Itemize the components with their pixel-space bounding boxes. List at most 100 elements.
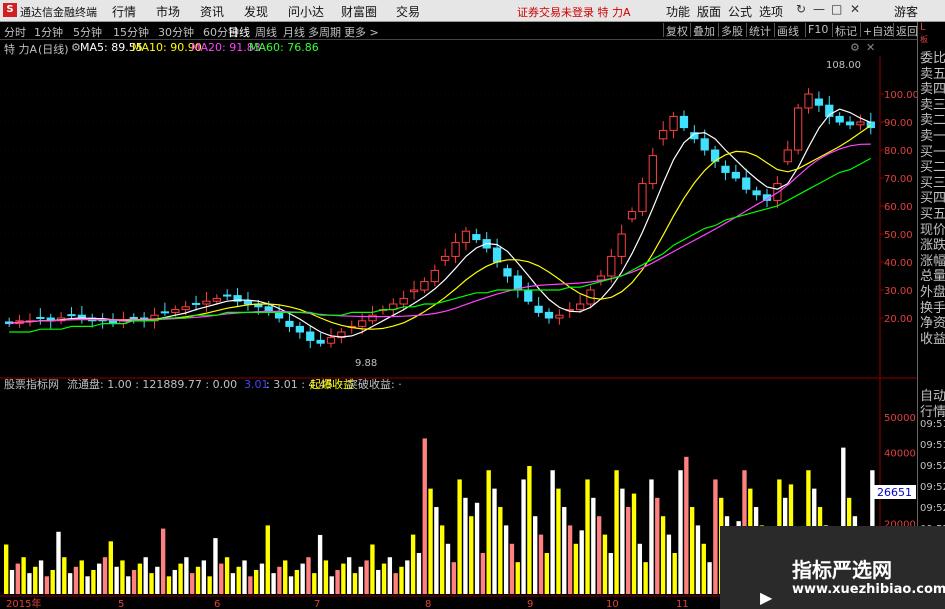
period-more[interactable]: 更多 > <box>344 24 379 40</box>
volume-bar <box>4 544 9 594</box>
minimize-icon[interactable]: — <box>813 2 825 16</box>
candle-body <box>700 138 709 151</box>
volume-bar <box>381 563 387 594</box>
breakthrough-label: · 突破收益: · <box>340 377 402 391</box>
candle-body <box>783 149 792 163</box>
volume-bar <box>480 552 486 594</box>
price-tick-label: 100.00 <box>884 90 917 101</box>
period-weekly[interactable]: 周线 <box>255 24 277 40</box>
menu-item-wealth-circle[interactable]: 财富圈 <box>341 3 377 20</box>
menu-item-xiaoda[interactable]: 问小达 <box>288 3 324 20</box>
volume-tick-label: 40000 <box>884 449 916 460</box>
candlesticks <box>5 88 875 349</box>
volume-bar <box>498 507 503 594</box>
candle-body <box>451 241 460 257</box>
volume-bar <box>219 563 224 594</box>
volume-bar <box>253 569 259 594</box>
candle-body <box>171 309 180 313</box>
volume-bar <box>655 497 660 594</box>
menu-item-discover[interactable]: 发现 <box>244 3 268 20</box>
f10-button[interactable]: F10 <box>805 23 830 37</box>
candle-body <box>856 121 865 126</box>
volume-bar <box>405 560 410 594</box>
ma60-value: MA60: 76.86 <box>249 41 319 54</box>
volume-bar <box>27 573 32 594</box>
volume-bar <box>672 552 677 594</box>
volume-bar <box>451 562 456 594</box>
volume-bar <box>271 573 276 594</box>
volume-bar <box>387 557 393 594</box>
volume-bar <box>440 525 445 594</box>
volume-bar <box>137 563 143 594</box>
overlay-button[interactable]: 叠加 <box>690 23 717 38</box>
volume-bar <box>713 479 718 594</box>
volume-bar <box>643 562 648 594</box>
chart-settings-icon[interactable]: ⚙ <box>850 41 860 54</box>
refresh-icon[interactable]: ↻ <box>796 2 806 16</box>
draw-line-button[interactable]: 画线 <box>774 23 801 38</box>
indicator-name: 股票指标网 <box>4 377 59 391</box>
period-multi[interactable]: 多周期 <box>308 24 341 40</box>
indicator-flow: 流通盘: 1.00 : 121889.77 : 0.00 <box>67 377 237 391</box>
volume-bar <box>469 516 474 594</box>
period-1min[interactable]: 1分钟 <box>34 24 63 40</box>
mark-button[interactable]: 标记 <box>832 23 859 38</box>
volume-bar <box>463 497 468 594</box>
close-icon[interactable]: ✕ <box>850 2 860 16</box>
volume-bar <box>509 543 515 594</box>
volume-bar <box>62 557 67 594</box>
auto-quote-label[interactable]: 行情 <box>920 401 945 420</box>
candle-body <box>274 311 284 319</box>
volume-bar <box>230 573 236 594</box>
volume-bar <box>422 438 427 594</box>
candle-body <box>243 300 253 305</box>
watermark-overlay: ▶ 指标严选网 www.xuezhibiao.com <box>720 526 945 609</box>
multi-stock-button[interactable]: 多股 <box>718 23 745 38</box>
back-button[interactable]: 返回 <box>893 23 920 38</box>
volume-axis: 50000400003000020000 <box>884 413 916 530</box>
menu-item-layout[interactable]: 版面 <box>697 3 721 20</box>
volume-bar <box>335 569 340 594</box>
period-daily[interactable]: 日线 <box>228 24 250 40</box>
menu-item-options[interactable]: 选项 <box>759 3 783 20</box>
add-watchlist-button[interactable]: +自选 <box>860 23 896 38</box>
menu-item-market[interactable]: 市场 <box>156 3 180 20</box>
menu-item-trade[interactable]: 交易 <box>396 3 420 20</box>
volume-bar <box>50 569 55 594</box>
volume-bar <box>649 479 654 594</box>
volume-bar <box>399 566 404 594</box>
adjust-button[interactable]: 复权 <box>663 23 690 38</box>
candle-body <box>295 325 304 333</box>
candle-body <box>731 171 740 179</box>
tick-time: 09:52 <box>920 503 945 514</box>
volume-bar <box>126 576 131 594</box>
login-notice: 证券交易未登录 特 力A <box>517 6 631 19</box>
volume-bar <box>492 488 497 594</box>
volume-bar <box>33 566 38 594</box>
period-30min[interactable]: 30分钟 <box>158 24 194 40</box>
volume-bar <box>660 516 666 594</box>
guest-label[interactable]: 游客 <box>894 3 918 20</box>
candle-body <box>721 165 730 173</box>
price-tick-label: 30.00 <box>884 286 913 297</box>
period-5min[interactable]: 5分钟 <box>73 24 102 40</box>
period-monthly[interactable]: 月线 <box>283 24 305 40</box>
menu-item-function[interactable]: 功能 <box>666 3 690 20</box>
candle-body <box>430 269 439 283</box>
volume-bar <box>678 470 683 594</box>
period-intraday[interactable]: 分时 <box>4 24 26 40</box>
volume-bar <box>149 573 154 594</box>
chart-close-icon[interactable]: ✕ <box>866 41 875 54</box>
maximize-icon[interactable]: □ <box>831 2 842 16</box>
price-tick-label: 80.00 <box>884 146 913 157</box>
time-axis-label: 11 <box>676 599 689 609</box>
candle-body <box>492 247 502 263</box>
statistics-button[interactable]: 统计 <box>746 23 773 38</box>
candle-body <box>409 289 419 293</box>
volume-bar <box>44 576 50 594</box>
volume-bar <box>707 562 712 594</box>
period-15min[interactable]: 15分钟 <box>113 24 149 40</box>
menu-item-news[interactable]: 资讯 <box>200 3 224 20</box>
menu-item-quotes[interactable]: 行情 <box>112 3 136 20</box>
menu-item-formula[interactable]: 公式 <box>728 3 752 20</box>
